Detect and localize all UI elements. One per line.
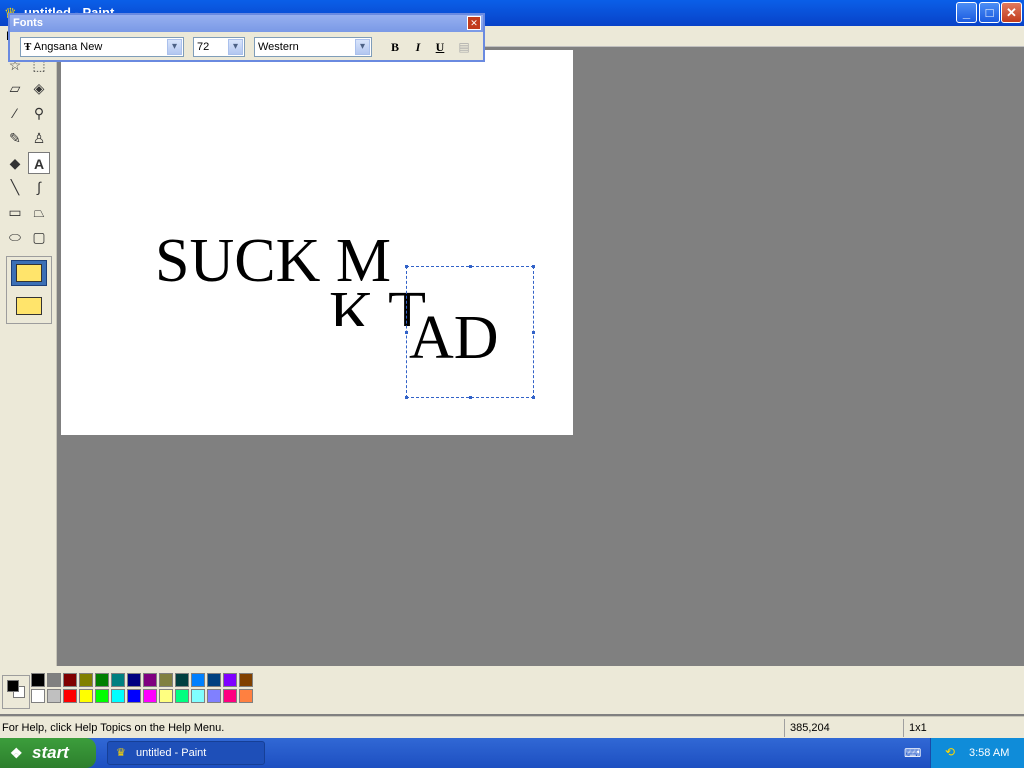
palette-color-swatch[interactable] [79, 689, 93, 703]
status-divider [903, 719, 904, 737]
rectangle-icon[interactable]: ▭ [4, 201, 26, 223]
vertical-text-icon: ▤ [458, 40, 470, 54]
status-help-text: For Help, click Help Topics on the Help … [2, 722, 225, 734]
airbrush-icon[interactable]: ◆ [4, 152, 26, 174]
palette-color-swatch[interactable] [111, 689, 125, 703]
eraser-icon[interactable]: ▱ [4, 77, 26, 99]
taskbar: ❖ start ♛ untitled - Paint ⌨ ⟲ 3:58 AM [0, 738, 1024, 768]
text-edit-content[interactable]: AD [409, 305, 499, 371]
status-selection-size: 1x1 [909, 722, 927, 734]
font-name-select[interactable]: Ŧ Angsana New ▾ [20, 37, 184, 57]
network-icon[interactable]: ⟲ [945, 745, 955, 759]
fonts-title: Fonts [13, 17, 43, 29]
chevron-down-icon[interactable]: ▾ [228, 39, 243, 55]
status-coordinates: 385,204 [790, 722, 830, 734]
taskbar-item-paint[interactable]: ♛ untitled - Paint [107, 741, 265, 765]
chevron-down-icon[interactable]: ▾ [167, 39, 182, 55]
keyboard-icon[interactable]: ⌨ [904, 746, 921, 760]
taskbar-item-label: untitled - Paint [136, 747, 207, 759]
windows-logo-icon: ❖ [10, 745, 23, 761]
palette-color-swatch[interactable] [223, 673, 237, 687]
palette-color-swatch[interactable] [111, 673, 125, 687]
drawing-canvas[interactable]: SUCK M K T AD [61, 50, 573, 435]
palette-color-swatch[interactable] [239, 689, 253, 703]
text-edit-box[interactable]: AD [405, 265, 535, 399]
minimize-button[interactable]: _ [956, 2, 977, 23]
palette-color-swatch[interactable] [63, 689, 77, 703]
palette-color-swatch[interactable] [31, 689, 45, 703]
palette-color-swatch[interactable] [95, 689, 109, 703]
close-button[interactable]: ✕ [1001, 2, 1022, 23]
palette-color-swatch[interactable] [47, 673, 61, 687]
font-size-value: 72 [197, 41, 210, 53]
font-size-select[interactable]: 72 ▾ [193, 37, 245, 57]
truetype-font-icon: Ŧ [24, 41, 32, 53]
rounded-rectangle-icon[interactable]: ▢ [28, 226, 50, 248]
paint-app-icon: ♛ [116, 747, 126, 759]
font-name-value: Angsana New [33, 41, 103, 53]
palette-color-swatch[interactable] [191, 673, 205, 687]
status-divider [784, 719, 785, 737]
palette-color-swatch[interactable] [239, 673, 253, 687]
palette-color-swatch[interactable] [207, 673, 221, 687]
status-bar: For Help, click Help Topics on the Help … [0, 716, 1024, 739]
clock[interactable]: 3:58 AM [969, 747, 1009, 759]
fonts-toolbar: Fonts ✕ Ŧ Angsana New ▾ 72 ▾ Western ▾ B… [8, 13, 485, 62]
bold-button[interactable]: B [386, 39, 404, 56]
underline-button[interactable]: U [431, 39, 449, 56]
curve-icon[interactable]: ∫ [28, 176, 50, 198]
palette-color-swatch[interactable] [79, 673, 93, 687]
palette-color-swatch[interactable] [143, 673, 157, 687]
chevron-down-icon[interactable]: ▾ [355, 39, 370, 55]
start-button[interactable]: ❖ start [0, 738, 96, 768]
pencil-icon[interactable]: ✎ [4, 127, 26, 149]
start-label: start [32, 743, 69, 762]
opaque-background-option[interactable] [11, 260, 47, 286]
palette-color-swatch[interactable] [143, 689, 157, 703]
palette-color-swatch[interactable] [207, 689, 221, 703]
palette-color-swatch[interactable] [47, 689, 61, 703]
fill-bucket-icon[interactable]: ◈ [28, 77, 50, 99]
text-background-options [6, 256, 52, 324]
palette-color-swatch[interactable] [175, 689, 189, 703]
color-box [0, 666, 1024, 714]
line-icon[interactable]: ╲ [4, 176, 26, 198]
brush-icon[interactable]: ♙ [28, 127, 50, 149]
palette-color-swatch[interactable] [159, 689, 173, 703]
transparent-background-option[interactable] [11, 293, 47, 319]
palette-color-swatch[interactable] [63, 673, 77, 687]
pick-color-icon[interactable]: ⁄ [4, 102, 26, 124]
palette-color-swatch[interactable] [127, 673, 141, 687]
palette-color-swatch[interactable] [223, 689, 237, 703]
font-script-value: Western [258, 41, 299, 53]
palette-color-swatch[interactable] [159, 673, 173, 687]
palette-color-swatch[interactable] [95, 673, 109, 687]
palette-color-swatch[interactable] [175, 673, 189, 687]
current-colors [2, 675, 30, 709]
system-tray: ⟲ 3:58 AM [930, 738, 1024, 768]
magnifier-icon[interactable]: ⚲ [28, 102, 50, 124]
ellipse-icon[interactable]: ⬭ [4, 226, 26, 248]
foreground-color-swatch [7, 680, 19, 692]
polygon-icon[interactable]: ⏢ [28, 201, 50, 223]
maximize-button[interactable]: □ [979, 2, 1000, 23]
font-script-select[interactable]: Western ▾ [254, 37, 372, 57]
toolbox: ☆ ⬚ ▱ ◈ ⁄ ⚲ ✎ ♙ ◆ A ╲ ∫ ▭ ⏢ ⬭ ▢ [0, 46, 57, 666]
palette-color-swatch[interactable] [191, 689, 205, 703]
fonts-close-button[interactable]: ✕ [467, 16, 481, 30]
text-tool-icon[interactable]: A [28, 152, 50, 174]
fonts-title-bar[interactable]: Fonts ✕ [10, 15, 483, 32]
palette-color-swatch[interactable] [127, 689, 141, 703]
palette-color-swatch[interactable] [31, 673, 45, 687]
italic-button[interactable]: I [409, 39, 427, 56]
